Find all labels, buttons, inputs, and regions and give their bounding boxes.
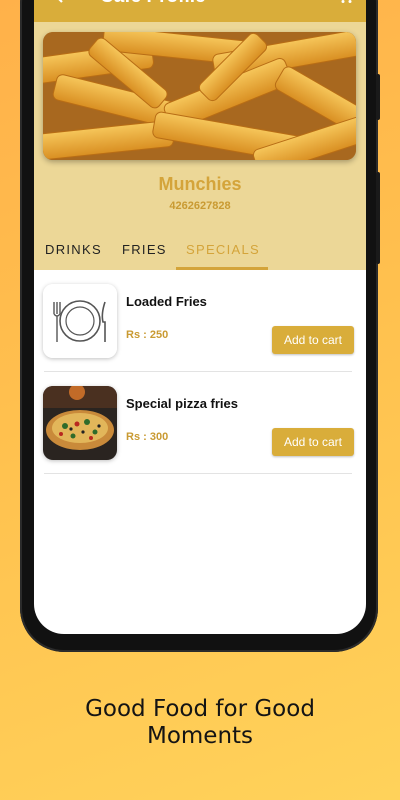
phone-power-button bbox=[376, 172, 380, 264]
cafe-name: Munchies bbox=[158, 174, 242, 194]
plate-cutlery-icon bbox=[43, 284, 117, 358]
tab-fries[interactable]: FRIES bbox=[122, 242, 167, 257]
item-price: Rs : 250 bbox=[126, 329, 169, 341]
cafe-phone-number: 4262627828 bbox=[169, 200, 231, 212]
pizza-fries-photo bbox=[43, 386, 117, 460]
promo-tagline: Good Food for Good Moments bbox=[0, 696, 400, 750]
add-to-cart-button[interactable]: Add to cart bbox=[272, 428, 354, 456]
app-screen: Cafe Profile bbox=[34, 0, 366, 634]
tagline-line-2: Moments bbox=[146, 723, 254, 749]
divider bbox=[44, 473, 352, 474]
cafe-banner-image bbox=[43, 32, 356, 160]
back-arrow-icon[interactable] bbox=[52, 0, 68, 9]
page-title: Cafe Profile bbox=[100, 0, 206, 8]
tab-drinks[interactable]: DRINKS bbox=[45, 242, 102, 257]
list-item: Loaded Fries Rs : 250 Add to cart bbox=[34, 270, 366, 372]
cart-icon[interactable] bbox=[336, 0, 354, 9]
add-to-cart-button[interactable]: Add to cart bbox=[272, 326, 354, 354]
item-name: Loaded Fries bbox=[126, 294, 207, 309]
list-item: Special pizza fries Rs : 300 Add to cart bbox=[34, 372, 366, 474]
cafe-profile-header: Munchies 4262627828 DRINKS FRIES SPECIAL… bbox=[34, 22, 366, 270]
item-name: Special pizza fries bbox=[126, 396, 238, 411]
app-bar: Cafe Profile bbox=[34, 0, 366, 22]
category-tabs: DRINKS FRIES SPECIALS bbox=[34, 232, 366, 270]
item-price: Rs : 300 bbox=[126, 431, 169, 443]
tab-specials[interactable]: SPECIALS bbox=[186, 242, 260, 257]
phone-side-button bbox=[376, 74, 380, 120]
tagline-line-1: Good Food for Good bbox=[85, 696, 315, 722]
